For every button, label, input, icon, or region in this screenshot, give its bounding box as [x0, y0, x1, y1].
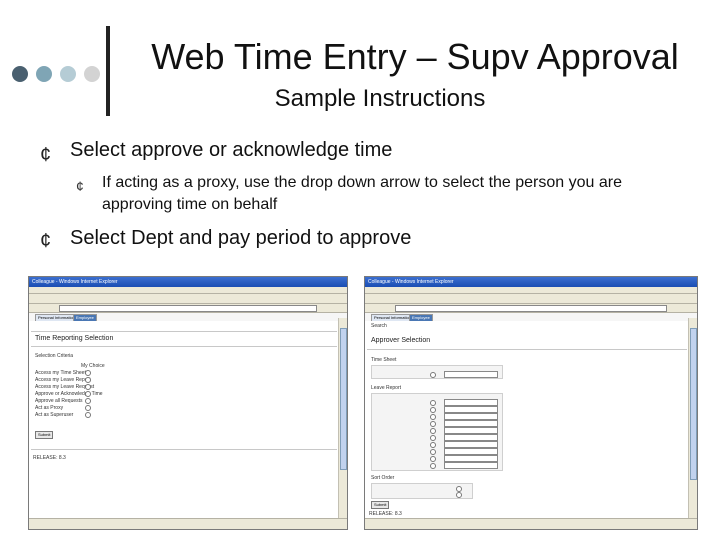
address-field[interactable] — [59, 305, 317, 312]
sort-radio[interactable] — [456, 492, 462, 498]
dept-radio[interactable] — [430, 463, 436, 469]
option-radio[interactable] — [85, 377, 91, 383]
option-radio[interactable] — [85, 412, 91, 418]
toolbar — [365, 294, 697, 304]
dept-radio[interactable] — [430, 456, 436, 462]
slide-subtitle: Sample Instructions — [274, 85, 486, 112]
option-radio[interactable] — [85, 391, 91, 397]
time-sheet-radio[interactable] — [430, 372, 436, 378]
section-label: Selection Criteria — [35, 353, 74, 359]
title-divider — [106, 26, 110, 116]
dot-3 — [60, 66, 76, 82]
bullet-1-subtext: If acting as a proxy, use the drop down … — [102, 174, 622, 213]
dept-radio[interactable] — [430, 428, 436, 434]
pay-period-dropdown[interactable] — [444, 413, 498, 420]
pay-period-dropdown[interactable] — [444, 455, 498, 462]
divider — [31, 346, 337, 347]
window-title-bar: Colleague - Windows Internet Explorer — [365, 277, 697, 287]
page-content: Time Reporting Selection Selection Crite… — [29, 321, 339, 519]
pay-period-dropdown[interactable] — [444, 371, 498, 378]
pay-period-dropdown[interactable] — [444, 427, 498, 434]
slide-title: Web Time Entry – Supv Approval — [151, 36, 679, 77]
option-radio[interactable] — [85, 384, 91, 390]
pay-period-dropdown[interactable] — [444, 399, 498, 406]
option-label: Access my Time Sheet — [35, 370, 86, 376]
dept-radio[interactable] — [430, 449, 436, 455]
scroll-thumb[interactable] — [690, 328, 697, 480]
submit-button[interactable]: Submit — [35, 431, 54, 439]
window-title-bar: Colleague - Windows Internet Explorer — [29, 277, 347, 287]
dept-radio[interactable] — [430, 435, 436, 441]
release-label: RELEASE: 8.3 — [369, 511, 402, 517]
option-radio[interactable] — [85, 398, 91, 404]
address-field[interactable] — [395, 305, 667, 312]
bullet-2-text: Select Dept and pay period to approve — [70, 227, 412, 249]
pay-period-dropdown[interactable] — [444, 441, 498, 448]
bullet-1-text: Select approve or acknowledge time — [70, 139, 393, 161]
dept-radio[interactable] — [430, 407, 436, 413]
dot-2 — [36, 66, 52, 82]
divider — [31, 331, 337, 332]
pay-period-dropdown[interactable] — [444, 462, 498, 469]
release-label: RELEASE: 8.3 — [33, 455, 66, 461]
sort-order-label: Sort Order — [371, 475, 395, 481]
pay-period-dropdown[interactable] — [444, 448, 498, 455]
status-bar — [365, 518, 697, 529]
time-sheet-label: Time Sheet — [371, 357, 397, 363]
scroll-thumb[interactable] — [340, 328, 347, 470]
option-label: Access my Leave Report — [35, 377, 91, 383]
address-bar — [365, 304, 697, 313]
divider — [31, 449, 337, 450]
page-title: Time Reporting Selection — [35, 335, 114, 342]
divider — [367, 349, 687, 350]
option-radio[interactable] — [85, 405, 91, 411]
pay-period-dropdown[interactable] — [444, 434, 498, 441]
option-radio[interactable] — [85, 370, 91, 376]
dept-radio[interactable] — [430, 442, 436, 448]
status-bar — [29, 518, 347, 529]
option-label: Approve all Requests — [35, 398, 83, 404]
address-bar — [29, 304, 347, 313]
submit-button[interactable]: Submit — [371, 501, 390, 509]
dept-radio[interactable] — [430, 400, 436, 406]
bullet-icon: ¢ — [40, 230, 52, 252]
time-sheet-grid — [371, 365, 503, 379]
page-content: Search Approver Selection Time Sheet Lea… — [365, 321, 689, 519]
option-label: Approve or Acknowledge Time — [35, 391, 103, 397]
dept-radio[interactable] — [430, 414, 436, 420]
dot-4 — [84, 66, 100, 82]
pay-period-dropdown[interactable] — [444, 420, 498, 427]
page-title: Approver Selection — [371, 337, 431, 344]
leave-report-label: Leave Report — [371, 385, 402, 391]
search-label: Search — [371, 323, 387, 329]
dept-radio[interactable] — [430, 421, 436, 427]
left-browser-screenshot: Colleague - Windows Internet Explorer Pe… — [28, 276, 348, 530]
column-header: My Choice — [81, 363, 105, 369]
decorative-dots — [12, 66, 102, 82]
dot-1 — [12, 66, 28, 82]
menu-bar — [365, 287, 697, 294]
vertical-scrollbar[interactable] — [338, 318, 347, 519]
option-label: Act as Superuser — [35, 412, 74, 418]
vertical-scrollbar[interactable] — [688, 318, 697, 519]
sort-order-grid — [371, 483, 473, 499]
sub-bullet-icon: ¢ — [76, 178, 84, 194]
right-browser-screenshot: Colleague - Windows Internet Explorer Pe… — [364, 276, 698, 530]
toolbar — [29, 294, 347, 304]
pay-period-dropdown[interactable] — [444, 406, 498, 413]
menu-bar — [29, 287, 347, 294]
leave-report-grid — [371, 393, 503, 471]
option-label: Act as Proxy — [35, 405, 64, 411]
